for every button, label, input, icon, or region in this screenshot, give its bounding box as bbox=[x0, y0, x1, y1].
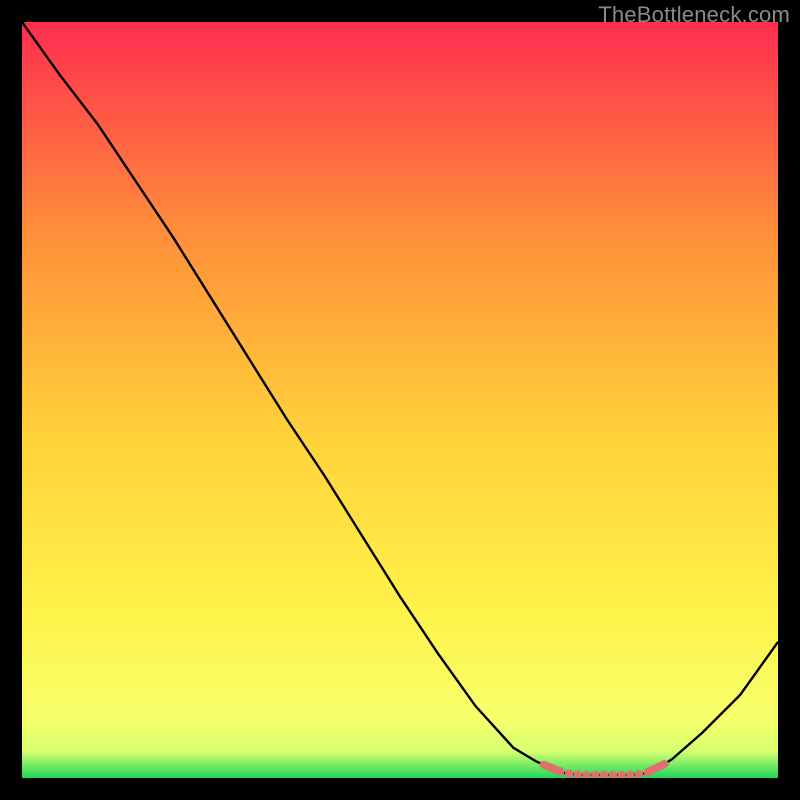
chart-canvas bbox=[22, 22, 778, 778]
attribution-text: TheBottleneck.com bbox=[598, 2, 790, 28]
gradient-background bbox=[22, 22, 778, 778]
bottleneck-chart bbox=[22, 22, 778, 778]
